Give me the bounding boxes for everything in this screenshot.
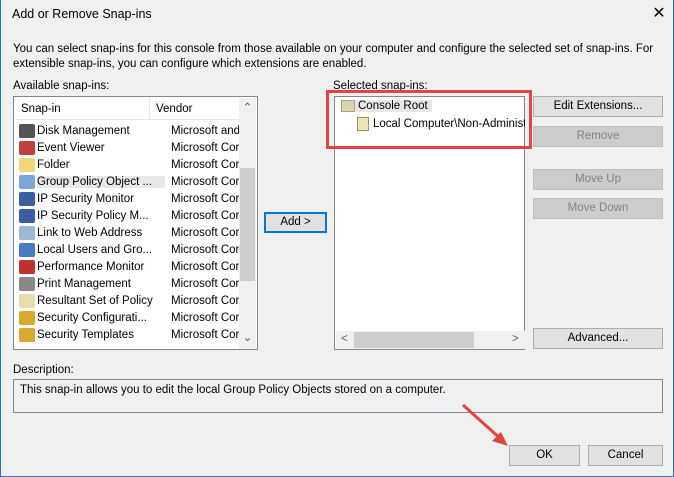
scroll-thumb[interactable] — [240, 168, 255, 281]
snapin-vendor: Microsoft Cor... — [171, 175, 249, 188]
snapin-icon — [19, 123, 35, 138]
ok-button[interactable]: OK — [509, 445, 580, 466]
snapin-name: Security Templates — [37, 328, 134, 341]
snapin-row[interactable]: Folder Microsoft Cor... — [15, 156, 251, 173]
snapin-name: Event Viewer — [37, 141, 105, 154]
snapin-row[interactable]: IP Security Monitor Microsoft Cor... — [15, 190, 251, 207]
snapin-row[interactable]: Local Users and Gro... Microsoft Cor... — [15, 241, 251, 258]
snapin-vendor: Microsoft Cor... — [171, 192, 249, 205]
snapin-row[interactable]: Resultant Set of Policy Microsoft Cor... — [15, 292, 251, 309]
available-label: Available snap-ins: — [13, 80, 110, 92]
snapin-row[interactable]: Disk Management Microsoft and... — [15, 122, 251, 139]
snapin-icon — [19, 225, 35, 240]
snapin-name: IP Security Monitor — [37, 192, 134, 205]
red-arrow-icon — [461, 403, 508, 446]
snapin-vendor: Microsoft Cor... — [171, 294, 249, 307]
window-title: Add or Remove Snap-ins — [12, 7, 152, 21]
snapin-name: Local Users and Gro... — [37, 243, 153, 256]
snapin-vendor: Microsoft Cor... — [171, 260, 249, 273]
scroll-right-icon[interactable]: > — [512, 333, 519, 345]
snapin-icon — [19, 276, 35, 291]
snapin-vendor: Microsoft Cor... — [171, 328, 249, 341]
snapin-row[interactable]: Security Configurati... Microsoft Cor... — [15, 309, 251, 326]
snapin-icon — [19, 208, 35, 223]
description-box: This snap-in allows you to edit the loca… — [13, 379, 663, 413]
snapin-vendor: Microsoft Cor... — [171, 158, 249, 171]
snapin-icon — [19, 310, 35, 325]
scroll-up-icon[interactable]: ⌃ — [239, 100, 256, 114]
snapin-name: Group Policy Object ... — [37, 175, 165, 188]
snapin-name: IP Security Policy M... — [37, 209, 149, 222]
snapin-icon — [19, 157, 35, 172]
snapin-row[interactable]: Group Policy Object ... Microsoft Cor... — [15, 173, 251, 190]
snapin-vendor: Microsoft Cor... — [171, 243, 249, 256]
snapin-icon — [19, 293, 35, 308]
snapin-name: Folder — [37, 158, 70, 171]
snapin-vendor: Microsoft Cor... — [171, 277, 249, 290]
list-header: Snap-in Vendor — [15, 98, 239, 120]
snapin-icon — [19, 259, 35, 274]
snapin-name: Resultant Set of Policy — [37, 294, 153, 307]
snapin-row[interactable]: Security Templates Microsoft Cor... — [15, 326, 251, 343]
column-vendor[interactable]: Vendor — [150, 98, 239, 119]
snapin-name: Performance Monitor — [37, 260, 145, 273]
snapin-row[interactable]: Event Viewer Microsoft Cor... — [15, 139, 251, 156]
close-icon[interactable]: ✕ — [649, 4, 669, 24]
snapin-vendor: Microsoft Cor... — [171, 226, 249, 239]
snapin-vendor: Microsoft Cor... — [171, 311, 249, 324]
available-list[interactable]: Snap-in Vendor Disk Management Microsoft … — [13, 96, 258, 350]
snapin-icon — [19, 242, 35, 257]
snapin-row[interactable]: IP Security Policy M... Microsoft Cor... — [15, 207, 251, 224]
scroll-down-icon[interactable]: ⌄ — [239, 330, 256, 344]
remove-button[interactable]: Remove — [533, 126, 663, 147]
column-snapin[interactable]: Snap-in — [15, 98, 150, 119]
scroll-left-icon[interactable]: < — [341, 333, 348, 345]
snapin-vendor: Microsoft Cor... — [171, 209, 249, 222]
edit-extensions-button[interactable]: Edit Extensions... — [533, 96, 663, 117]
description-label: Description: — [13, 364, 74, 376]
snapin-name: Link to Web Address — [37, 226, 143, 239]
vertical-scrollbar[interactable]: ⌃ ⌄ — [239, 98, 256, 349]
snapin-row[interactable]: Performance Monitor Microsoft Cor... — [15, 258, 251, 275]
snapin-name: Security Configurati... — [37, 311, 147, 324]
snapin-row[interactable]: Link to Web Address Microsoft Cor... — [15, 224, 251, 241]
snapin-icon — [19, 140, 35, 155]
snapin-name: Print Management — [37, 277, 131, 290]
horizontal-scrollbar[interactable]: < > — [336, 331, 525, 349]
snapin-row[interactable]: Print Management Microsoft Cor... — [15, 275, 251, 292]
move-up-button[interactable]: Move Up — [533, 169, 663, 190]
snapin-icon — [19, 174, 35, 189]
intro-text: You can select snap-ins for this console… — [13, 43, 654, 70]
snapin-icon — [19, 191, 35, 206]
move-down-button[interactable]: Move Down — [533, 198, 663, 219]
highlight-box — [326, 90, 532, 149]
snapin-icon — [19, 327, 35, 342]
snapin-name: Disk Management — [37, 124, 130, 137]
add-button[interactable]: Add > — [264, 212, 327, 233]
advanced-button[interactable]: Advanced... — [533, 328, 663, 349]
snapin-vendor: Microsoft and... — [171, 124, 250, 137]
snapin-vendor: Microsoft Cor... — [171, 141, 249, 154]
scroll-thumb[interactable] — [354, 332, 474, 348]
cancel-button[interactable]: Cancel — [588, 445, 663, 466]
